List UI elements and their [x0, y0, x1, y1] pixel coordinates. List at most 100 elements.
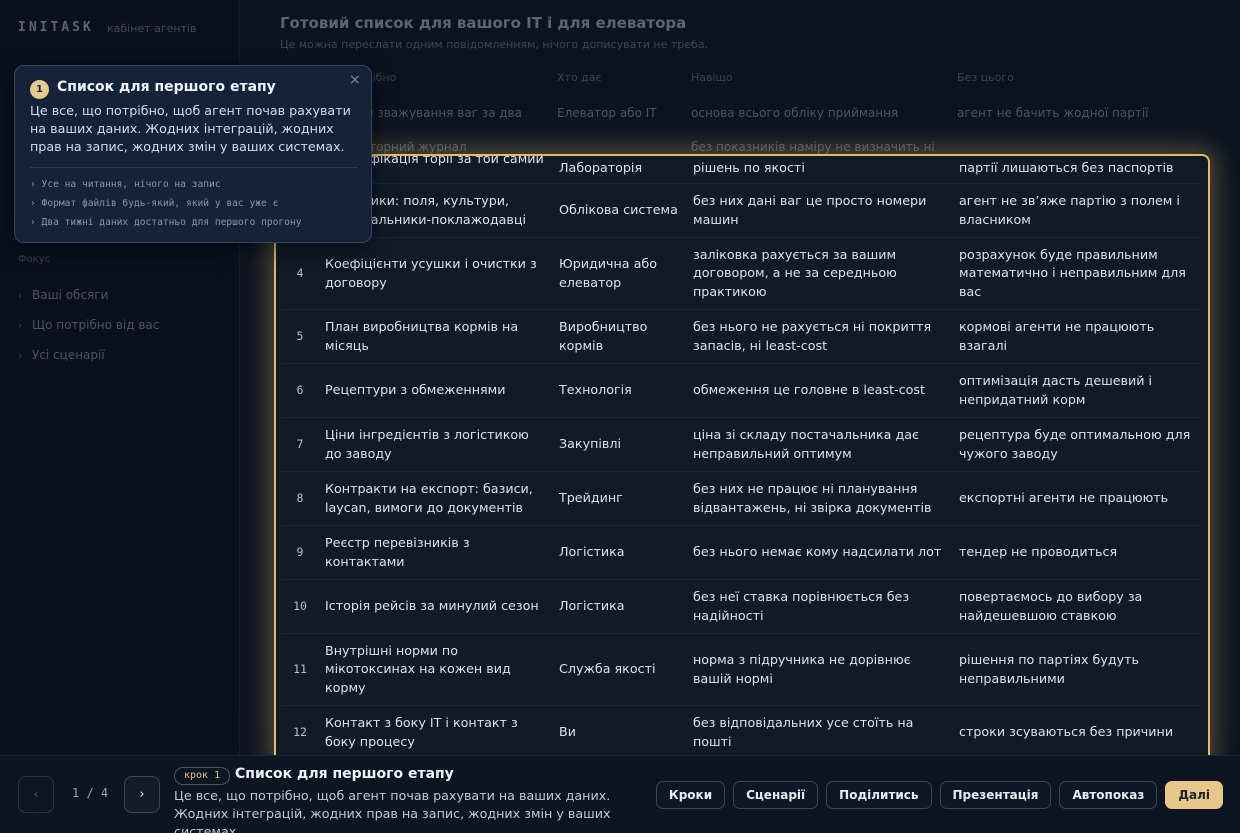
sidebar-item-label: Ваші обсяги — [32, 288, 109, 302]
table-row: 11 Внутрішні норми по мікотоксинах на ко… — [282, 634, 1200, 706]
row-owner: Лабораторія — [559, 160, 643, 176]
autoplay-button[interactable]: Автопоказ — [1059, 781, 1158, 809]
row-owner: Трейдинг — [559, 490, 623, 506]
row-consequence: рецептура буде оптимальною для чужого за… — [959, 427, 1191, 461]
row-owner: Облікова система — [559, 202, 678, 218]
table-row: 10 Історія рейсів за минулий сезон Логіс… — [282, 580, 1200, 634]
brand-logo: INITASK — [18, 20, 94, 35]
step-number-badge: 1 — [30, 80, 49, 99]
row-owner: Логістика — [559, 598, 625, 614]
bottom-title: Список для першого етапу — [235, 766, 454, 782]
share-button[interactable]: Поділитись — [826, 781, 932, 809]
row-reason: рішень по якості — [693, 160, 805, 176]
popup-bullet-list: › Усе на читання, нічого на запис › Форм… — [30, 175, 301, 232]
row-number: 5 — [296, 329, 304, 344]
next-button[interactable]: Далі — [1165, 781, 1223, 809]
row-consequence: строки зсуваються без причини — [959, 724, 1174, 740]
row-consequence: оптимізація дасть дешевий і непридатний … — [959, 373, 1153, 407]
row-owner: Технологія — [559, 382, 632, 398]
row-consequence: експортні агенти не працюють — [959, 490, 1169, 506]
chevron-right-icon: › — [18, 348, 23, 362]
row-owner: Закупівлі — [559, 436, 622, 452]
sidebar-item-scenarios[interactable]: › Усі сценарії — [18, 340, 159, 370]
table-cell: агент не бачить жодної партії — [957, 106, 1149, 120]
table-row: 9 Реєстр перевізників з контактами Логіс… — [282, 526, 1200, 580]
popup-body: Це все, що потрібно, щоб агент почав рах… — [30, 103, 351, 154]
row-consequence: тендер не проводиться — [959, 544, 1118, 560]
chevron-right-icon: › — [18, 288, 23, 302]
list-item: › Формат файлів будь-який, який у вас уж… — [30, 198, 279, 209]
row-reason: без нього немає кому надсилати лот — [693, 544, 942, 560]
row-number: 10 — [293, 599, 307, 614]
page-title: Готовий список для вашого IT і для елева… — [280, 14, 687, 32]
row-requirement: Історія рейсів за минулий сезон — [325, 598, 539, 614]
sidebar-nav: › Ваші обсяги › Що потрібно від вас › Ус… — [18, 280, 159, 370]
bottom-description: Це все, що потрібно, щоб агент почав рах… — [174, 788, 611, 833]
column-header-who: Хто дає — [557, 71, 602, 84]
next-step-arrow-button[interactable]: › — [124, 776, 160, 813]
action-buttons: Кроки Сценарії Поділитись Презентація Ав… — [655, 781, 1223, 809]
row-owner: Виробництво кормів — [559, 319, 648, 353]
highlighted-requirements-table: ідентифікація торії за той самий період … — [274, 154, 1210, 764]
bottom-tour-bar: ‹ 1 / 4 › крок 1 Список для першого етап… — [0, 755, 1240, 833]
row-requirement: План виробництва кормів на місяць — [325, 319, 519, 353]
row-number: 9 — [296, 545, 304, 560]
row-requirement: Внутрішні норми по мікотоксинах на кожен… — [325, 642, 511, 695]
row-number: 4 — [296, 266, 304, 281]
row-consequence: агент не зв’яже партію з полем і власник… — [959, 193, 1180, 227]
prev-step-button[interactable]: ‹ — [18, 776, 54, 813]
row-requirement: Коефіцієнти усушки і очистки з договору — [325, 256, 537, 290]
row-number: 7 — [296, 437, 304, 452]
row-reason: без нього не рахується ні покриття запас… — [693, 319, 932, 353]
table-row: 6 Рецептури з обмеженнями Технологія обм… — [282, 364, 1200, 418]
row-number: 8 — [296, 491, 304, 506]
row-reason: без відповідальних усе стоїть на пошті — [693, 715, 914, 749]
row-reason: без неї ставка порівнюється без надійнос… — [693, 589, 910, 623]
row-reason: обмеження це головне в least-cost — [693, 382, 925, 398]
column-header-without: Без цього — [957, 71, 1014, 84]
table-row: ідентифікація торії за той самий період … — [282, 156, 1200, 185]
row-consequence: повертаємось до вибору за найдешевшою ст… — [959, 589, 1143, 623]
row-consequence: кормові агенти не працюють взагалі — [959, 319, 1155, 353]
step-counter: 1 / 4 — [72, 786, 109, 800]
page-subtitle: Це можна переслати одним повідомленням, … — [280, 38, 709, 51]
row-requirement: Реєстр перевізників з контактами — [325, 535, 470, 569]
row-reason: норма з підручника не дорівнює вашій нор… — [693, 652, 911, 686]
row-reason: заліковка рахується за вашим договором, … — [693, 246, 897, 299]
sidebar-item-label: Усі сценарії — [32, 348, 105, 362]
steps-button[interactable]: Кроки — [655, 781, 726, 809]
sidebar-item-volumes[interactable]: › Ваші обсяги — [18, 280, 159, 310]
column-header-why: Навіщо — [691, 71, 733, 84]
row-consequence: розрахунок буде правильним математично і… — [959, 246, 1186, 299]
table-row: 4 Коефіцієнти усушки і очистки з договор… — [282, 238, 1200, 310]
row-requirement: Контакт з боку IT і контакт з боку проце… — [325, 715, 518, 749]
row-owner: Ви — [559, 724, 576, 740]
brand-subtitle: кабінет агентів — [107, 22, 197, 35]
row-owner: Служба якості — [559, 661, 656, 677]
row-reason: без них дані ваг це просто номери машин — [693, 193, 927, 227]
table-row: 8 Контракти на експорт: базиси, laycan, … — [282, 472, 1200, 526]
list-item: › Два тижні даних достатньо для першого … — [30, 217, 302, 228]
onboarding-popup: 1 Список для першого етапу × Це все, що … — [14, 65, 372, 243]
row-requirement: Рецептури з обмеженнями — [325, 382, 506, 398]
chevron-right-icon: › — [18, 318, 23, 332]
row-number: 11 — [293, 662, 307, 677]
list-item: › Усе на читання, нічого на запис — [30, 179, 221, 190]
table-cell: Елеватор або IT — [557, 106, 657, 120]
step-badge: крок 1 — [174, 767, 231, 785]
table-row: Довідники: поля, культури, постачальники… — [282, 184, 1200, 238]
row-owner: Юридична або елеватор — [559, 256, 657, 290]
scenarios-button[interactable]: Сценарії — [733, 781, 819, 809]
close-icon[interactable]: × — [349, 72, 361, 88]
row-consequence: рішення по партіях будуть неправильними — [959, 652, 1140, 686]
divider — [30, 167, 358, 168]
row-number: 6 — [296, 383, 304, 398]
row-owner: Логістика — [559, 544, 625, 560]
table-cell: основа всього обліку приймання — [691, 106, 899, 120]
sidebar-item-label: Що потрібно від вас — [32, 318, 160, 332]
sidebar-section-label: Фокус — [18, 254, 51, 265]
row-requirement: Контракти на експорт: базиси, laycan, ви… — [325, 481, 533, 515]
row-consequence: партії лишаються без паспортів — [959, 160, 1174, 176]
sidebar-item-needs[interactable]: › Що потрібно від вас — [18, 310, 159, 340]
presentation-button[interactable]: Презентація — [939, 781, 1052, 809]
